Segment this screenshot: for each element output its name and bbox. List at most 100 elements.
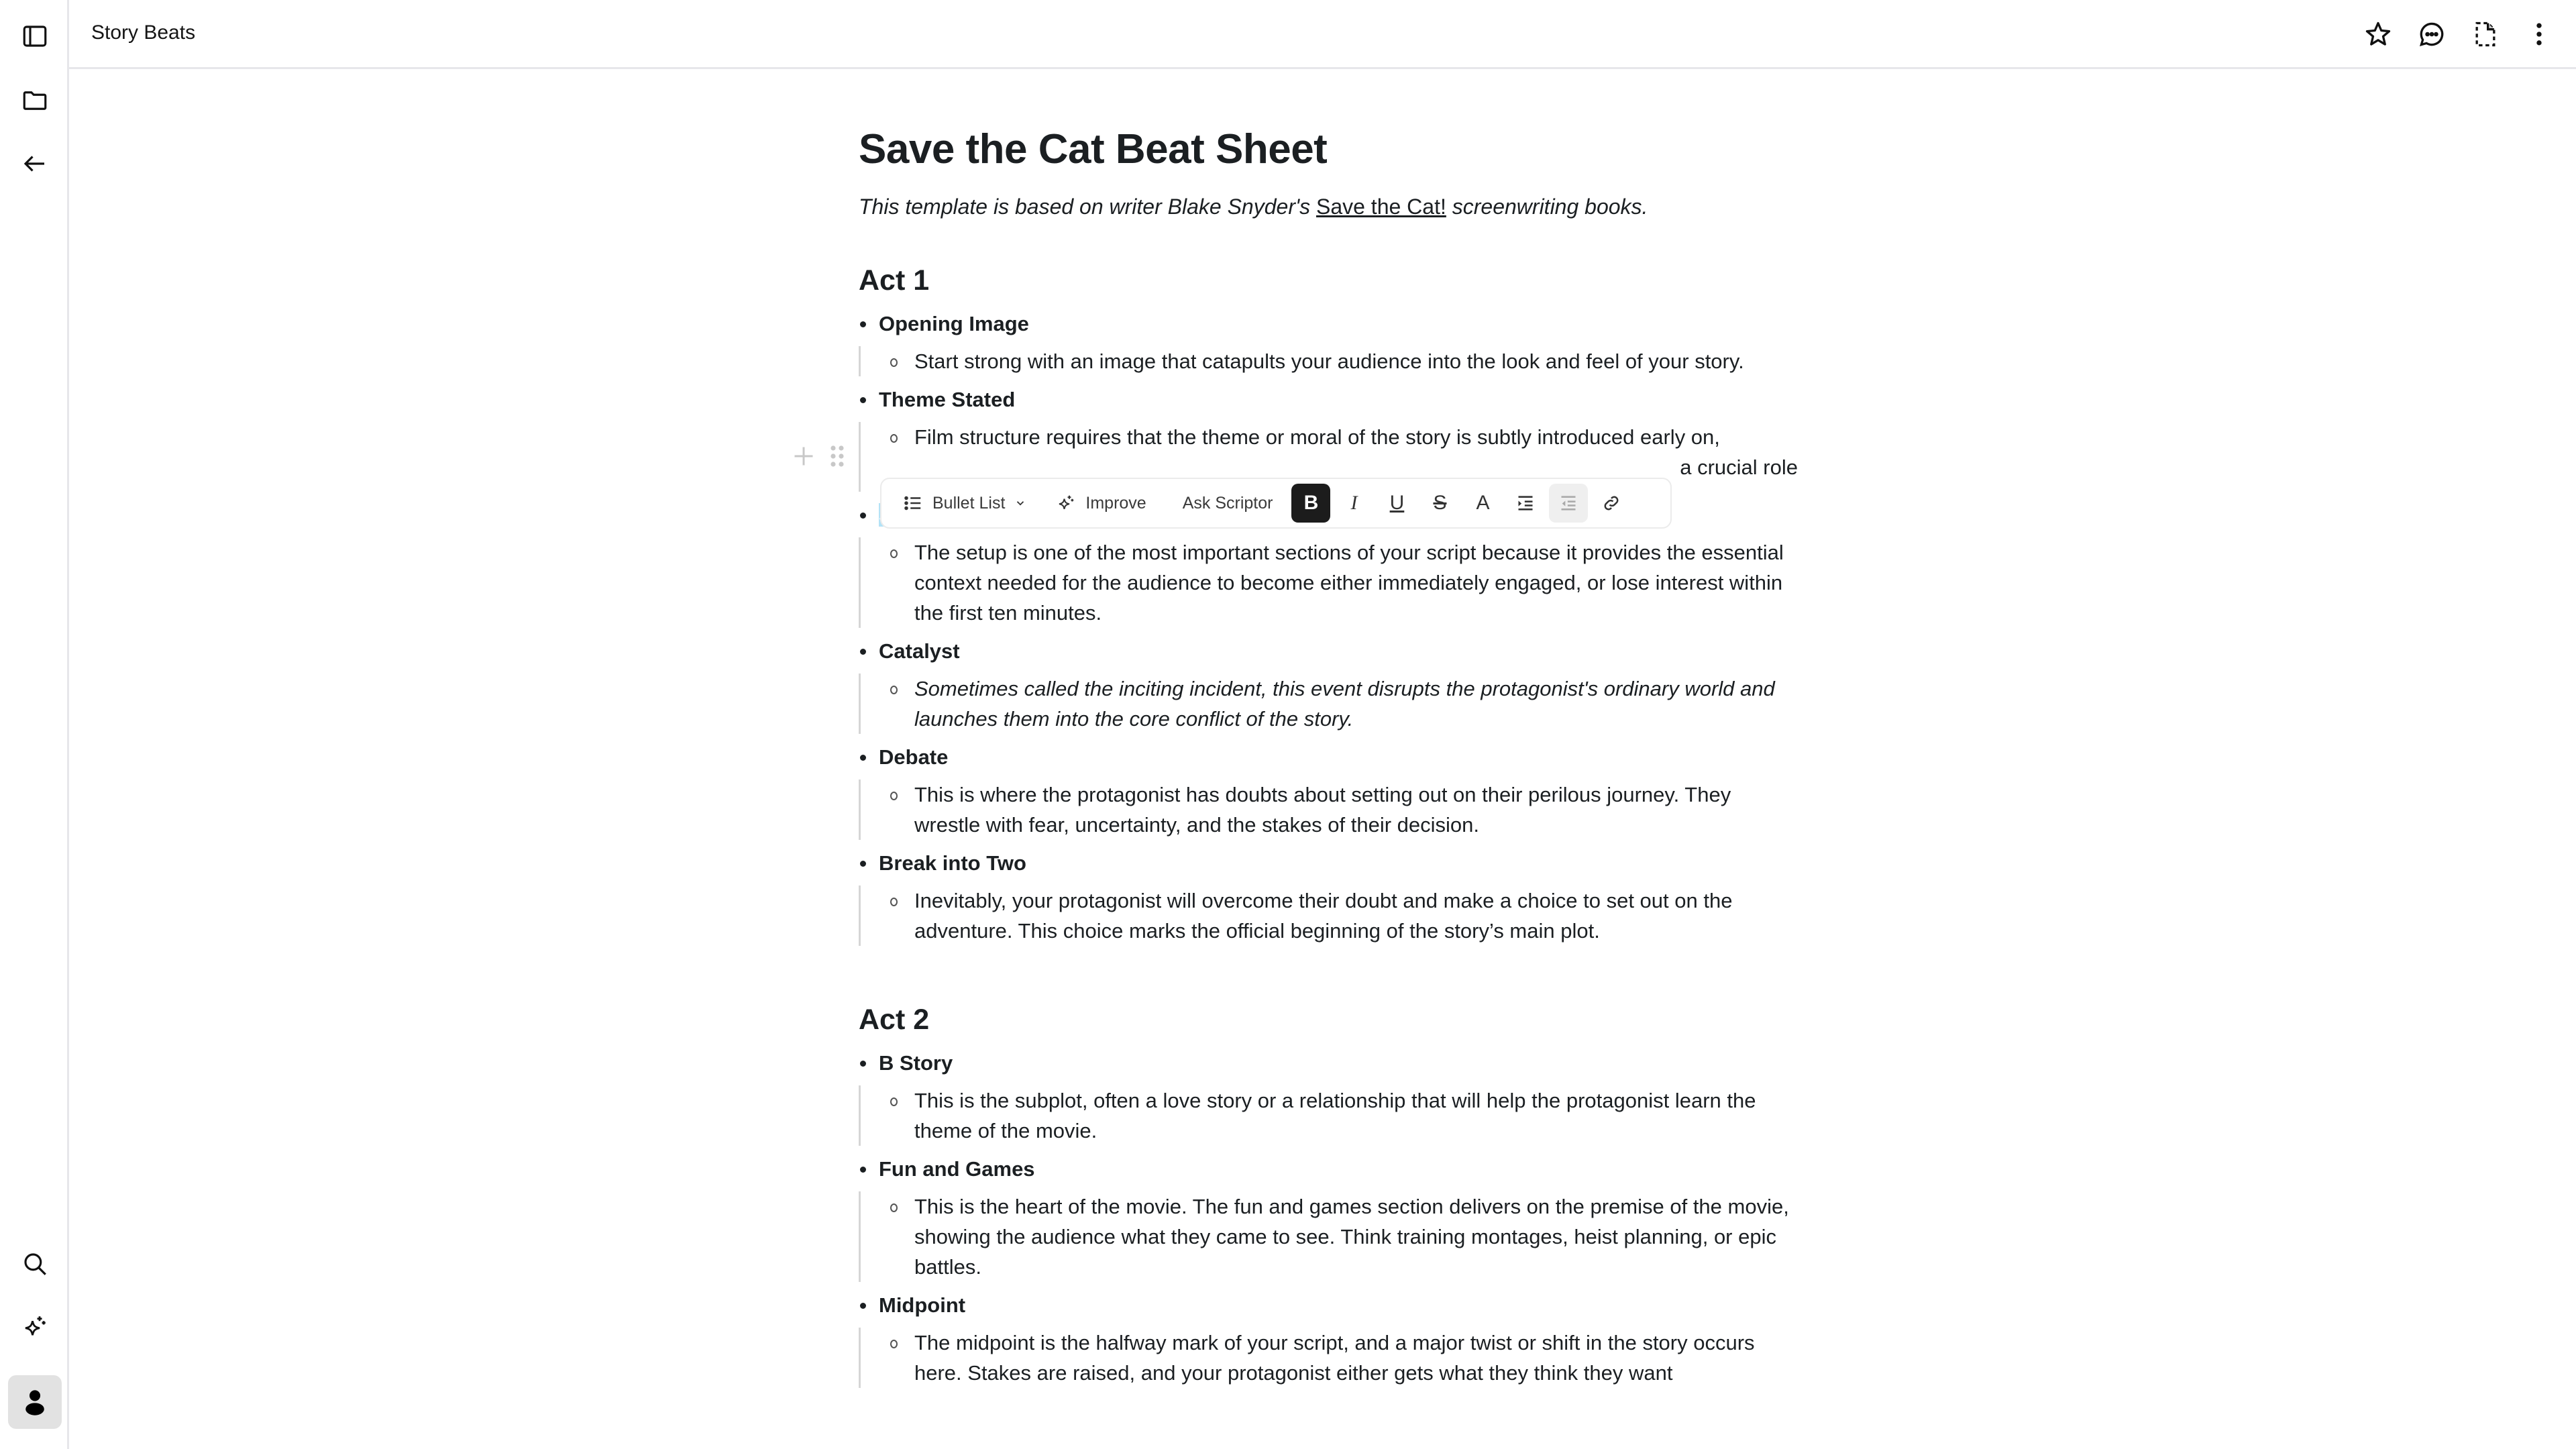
bullet-icon: [860, 1061, 866, 1067]
bullet-icon: [860, 861, 866, 867]
ask-scriptor-label: Ask Scriptor: [1182, 493, 1273, 513]
underline-icon: U: [1389, 492, 1405, 514]
more-options-button[interactable]: [2522, 17, 2556, 51]
strikethrough-icon: S: [1433, 492, 1447, 514]
document-name: Story Beats: [91, 21, 196, 44]
beat-description: The midpoint is the halfway mark of your…: [914, 1331, 1755, 1385]
act-heading: Act 2: [859, 1004, 930, 1036]
bold-button[interactable]: B: [1291, 484, 1331, 523]
folder-button[interactable]: [17, 83, 52, 118]
user-avatar-button[interactable]: [8, 1375, 62, 1429]
beat-item: B Story This is the subplot, often a lov…: [859, 1048, 1798, 1146]
italic-icon: I: [1350, 492, 1358, 514]
bullet-icon: [860, 321, 866, 327]
sub-bullet-icon: [890, 792, 898, 800]
save-the-cat-link[interactable]: Save the Cat!: [1316, 195, 1446, 219]
document-body[interactable]: Save the Cat Beat Sheet This template is…: [859, 121, 1798, 1388]
block-type-dropdown[interactable]: Bullet List: [896, 484, 1033, 523]
sub-bullet-icon: [890, 898, 898, 906]
indent-button[interactable]: [1506, 484, 1545, 523]
sub-bullet-icon: [890, 686, 898, 694]
outdent-icon: [1561, 496, 1576, 511]
sparkle-icon: [1059, 495, 1074, 509]
sub-bullet-icon: [890, 358, 898, 367]
beat-description: This is where the protagonist has doubts…: [914, 783, 1731, 837]
beat-title: Midpoint: [879, 1293, 966, 1317]
beat-description: Start strong with an image that catapult…: [914, 350, 1744, 373]
sub-bullet-icon: [890, 1340, 898, 1348]
text-color-icon: A: [1476, 492, 1490, 514]
page-outline-icon: [2475, 21, 2496, 47]
bullet-icon: [860, 755, 866, 761]
strikethrough-button[interactable]: S: [1420, 484, 1459, 523]
description-text: This template is based on writer Blake S…: [859, 195, 1316, 219]
improve-button[interactable]: Improve: [1049, 484, 1152, 523]
search-button[interactable]: [17, 1246, 52, 1281]
underline-button[interactable]: U: [1377, 484, 1416, 523]
comment-icon: [2419, 22, 2444, 46]
beat-title: Catalyst: [879, 639, 960, 663]
beat-title: Theme Stated: [879, 388, 1016, 411]
add-block-icon[interactable]: [792, 444, 816, 468]
top-header: Story Beats: [69, 0, 2576, 69]
favorite-button[interactable]: [2361, 17, 2395, 51]
bullet-icon: [860, 1167, 866, 1173]
sub-bullet-icon: [890, 1097, 898, 1106]
more-vertical-icon: [2536, 23, 2542, 46]
comments-button[interactable]: [2415, 17, 2449, 51]
beat-title: Opening Image: [879, 312, 1029, 335]
beat-title: Break into Two: [879, 851, 1026, 875]
bullet-icon: [860, 397, 866, 403]
chevron-down-icon: [1017, 501, 1024, 506]
block-gutter: [792, 444, 845, 468]
user-avatar-icon: [25, 1390, 44, 1415]
beat-title: Fun and Games: [879, 1157, 1035, 1181]
beat-item: Midpoint The midpoint is the halfway mar…: [859, 1290, 1798, 1388]
sub-bullet-icon: [890, 434, 898, 443]
left-sidebar: [0, 0, 69, 1449]
link-button[interactable]: [1592, 484, 1631, 523]
beat-title: B Story: [879, 1051, 953, 1075]
beat-item: Opening Image Start strong with an image…: [859, 309, 1798, 376]
bullet-icon: [860, 513, 866, 519]
beat-item: Catalyst Sometimes called the inciting i…: [859, 636, 1798, 734]
beat-description: This is the heart of the movie. The fun …: [914, 1195, 1789, 1279]
sub-bullet-icon: [890, 549, 898, 558]
beat-item: Fun and Games This is the heart of the m…: [859, 1154, 1798, 1282]
description-text: screenwriting books.: [1446, 195, 1648, 219]
beat-item: Theme Stated Film structure requires tha…: [859, 384, 1798, 492]
search-icon: [24, 1253, 46, 1275]
beat-title: Debate: [879, 745, 949, 769]
ask-scriptor-button[interactable]: Ask Scriptor: [1176, 484, 1280, 523]
sparkle-icon: [25, 1316, 46, 1336]
format-toolbar: Bullet List Improve Ask Scriptor B I U S…: [880, 478, 1672, 529]
act-heading: Act 1: [859, 264, 930, 297]
beat-description: The setup is one of the most important s…: [914, 541, 1784, 625]
bold-icon: B: [1303, 492, 1319, 514]
ai-assistant-button[interactable]: [17, 1309, 52, 1344]
block-type-label: Bullet List: [932, 493, 1006, 513]
beat-item: Break into Two Inevitably, your protagon…: [859, 848, 1798, 946]
bullet-icon: [860, 1303, 866, 1309]
back-arrow-icon: [23, 156, 44, 172]
page-view-button[interactable]: [2469, 17, 2502, 51]
bullet-list-icon: [904, 496, 921, 511]
beat-description: Inevitably, your protagonist will overco…: [914, 889, 1733, 943]
star-icon: [2365, 21, 2391, 46]
drag-handle-icon[interactable]: [829, 444, 845, 468]
outdent-button[interactable]: [1549, 484, 1589, 523]
page-title: Save the Cat Beat Sheet: [859, 126, 1328, 172]
text-color-button[interactable]: A: [1463, 484, 1502, 523]
sidebar-toggle-button[interactable]: [17, 19, 52, 54]
folder-icon: [23, 91, 47, 110]
link-icon: [1604, 496, 1619, 511]
beat-description: Film structure requires that the theme o…: [914, 425, 1720, 449]
italic-button[interactable]: I: [1334, 484, 1373, 523]
sidebar-toggle-icon: [23, 25, 47, 47]
beat-description: Sometimes called the inciting incident, …: [914, 677, 1775, 731]
indent-icon: [1518, 496, 1533, 511]
back-button[interactable]: [17, 146, 52, 181]
beat-description: This is the subplot, often a love story …: [914, 1089, 1756, 1142]
bullet-icon: [860, 649, 866, 655]
sub-bullet-icon: [890, 1203, 898, 1212]
